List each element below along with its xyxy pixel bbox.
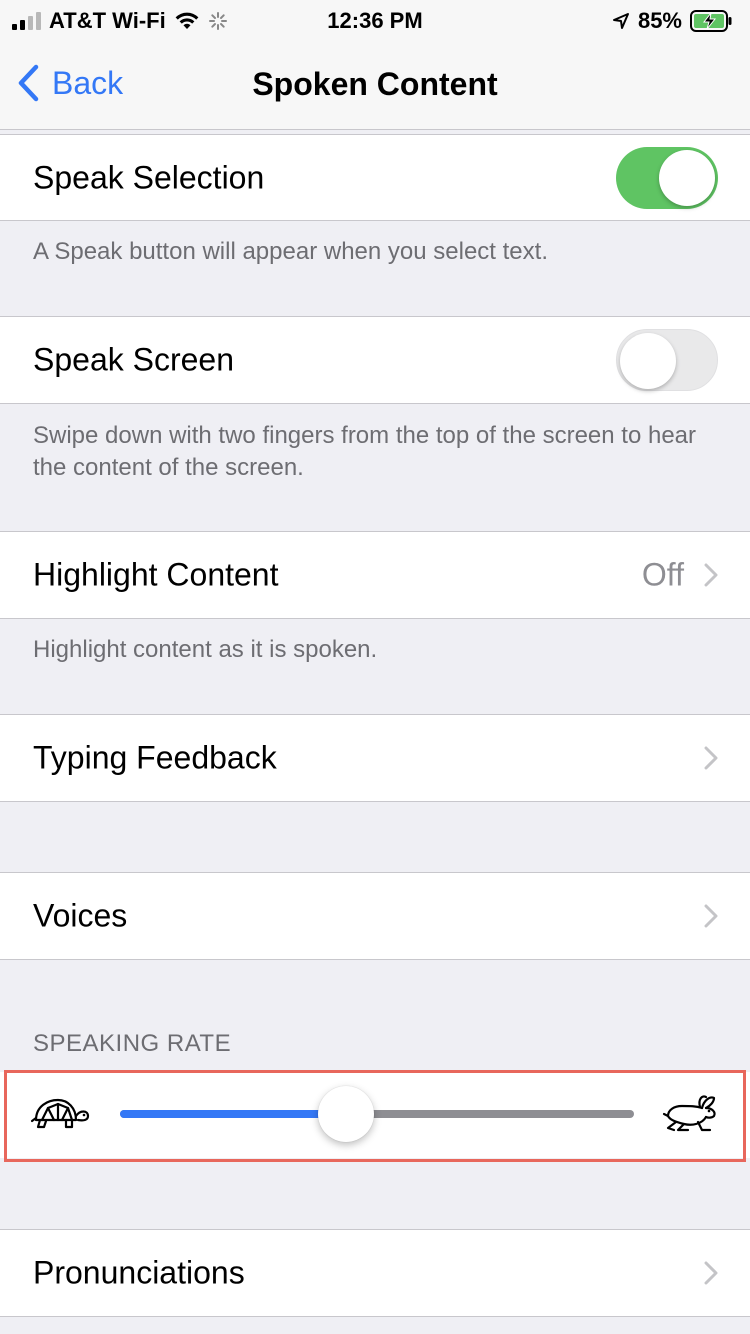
navigation-bar: Back Spoken Content xyxy=(0,40,750,130)
speak-selection-footer: A Speak button will appear when you sele… xyxy=(33,238,548,265)
speaking-rate-highlight-box xyxy=(4,1070,746,1162)
voices-row[interactable]: Voices xyxy=(0,872,750,960)
battery-percent: 85% xyxy=(637,8,682,33)
highlight-content-footer: Highlight content as it is spoken. xyxy=(33,636,378,663)
speak-selection-label: Speak Selection xyxy=(33,159,265,195)
speaking-rate-header: SPEAKING RATE xyxy=(33,1030,232,1057)
speak-screen-label: Speak Screen xyxy=(33,341,235,378)
speak-selection-row[interactable]: Speak Selection xyxy=(0,134,750,221)
location-arrow-icon xyxy=(612,13,629,29)
voices-label: Voices xyxy=(33,897,128,934)
pronunciations-row[interactable]: Pronunciations xyxy=(0,1229,750,1317)
highlight-content-value: Off xyxy=(641,556,684,593)
highlight-content-label: Highlight Content xyxy=(33,556,279,593)
page-title: Spoken Content xyxy=(252,66,498,102)
status-right: 85% xyxy=(612,8,732,34)
battery-charging-icon xyxy=(690,10,732,32)
typing-feedback-row[interactable]: Typing Feedback xyxy=(0,714,750,802)
chevron-right-icon xyxy=(704,563,718,587)
chevron-right-icon xyxy=(704,1261,718,1285)
chevron-right-icon xyxy=(704,904,718,928)
typing-feedback-label: Typing Feedback xyxy=(33,739,277,776)
speak-screen-row[interactable]: Speak Screen xyxy=(0,316,750,404)
speak-screen-footer: Swipe down with two fingers from the top… xyxy=(33,422,697,481)
toggle-knob xyxy=(620,333,676,389)
chevron-right-icon xyxy=(704,746,718,770)
status-bar: AT&T Wi-Fi 12:36 PM 85% xyxy=(0,0,750,40)
speak-selection-toggle[interactable] xyxy=(616,146,718,209)
highlight-content-row[interactable]: Highlight Content Off xyxy=(0,531,750,619)
speak-screen-toggle[interactable] xyxy=(616,329,718,391)
pronunciations-label: Pronunciations xyxy=(33,1254,245,1291)
toggle-knob xyxy=(659,149,715,206)
